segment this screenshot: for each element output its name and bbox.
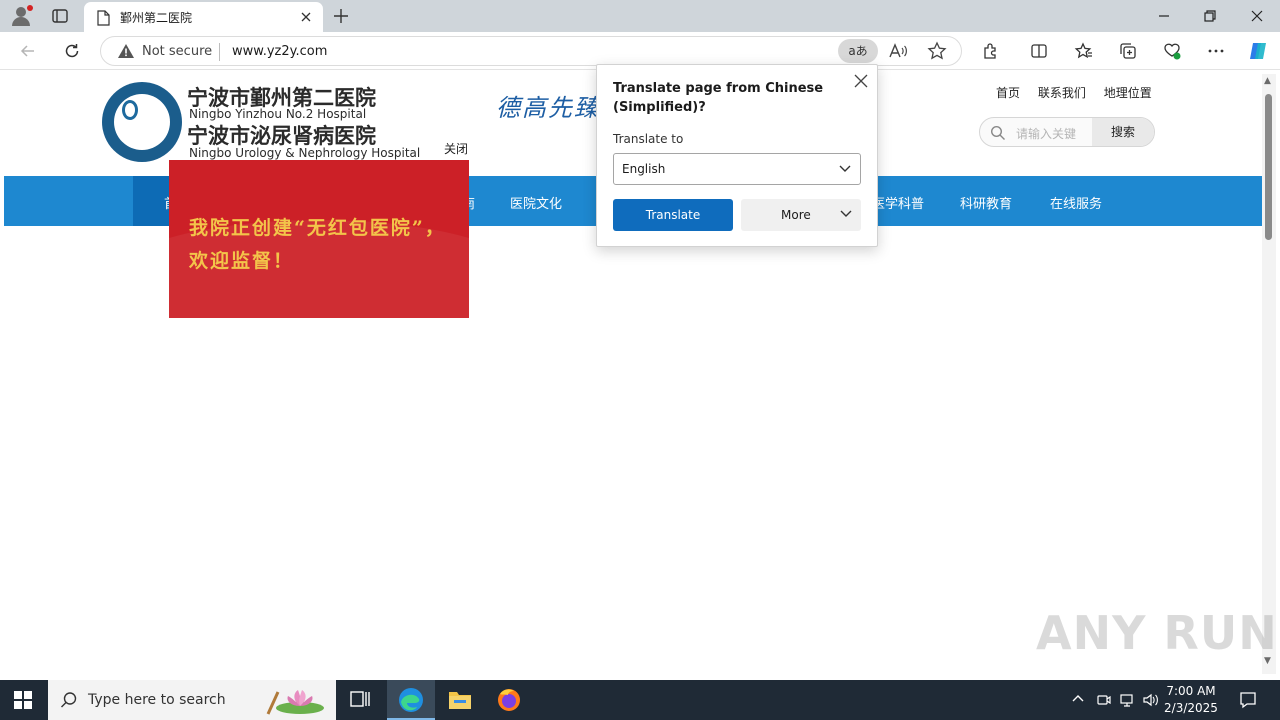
translate-heading: Translate page from Chinese (Simplified)… [613,81,824,115]
anyrun-watermark: ANY RUN [1036,606,1278,660]
more-menu-icon[interactable] [1206,41,1226,61]
top-links: 首页 联系我们 地理位置 [996,84,1166,101]
restore-icon[interactable] [1200,6,1220,26]
taskbar-search[interactable]: Type here to search [48,680,336,720]
more-button[interactable]: More [741,199,861,231]
translate-button[interactable]: Translate [613,199,733,231]
language-select[interactable]: English [613,153,861,185]
notification-icon[interactable] [1238,690,1258,710]
browser-essentials-icon[interactable] [1162,41,1182,61]
selected-language: English [622,162,666,176]
warning-icon[interactable] [117,43,135,63]
profile-icon[interactable] [10,5,33,27]
volume-icon[interactable] [1142,692,1160,711]
nav-item-culture[interactable]: 医院文化 [510,193,562,212]
ad-text: 我院正创建“无红包医院”，欢迎监督！ [189,217,446,272]
task-view-icon[interactable] [336,680,384,720]
search-button[interactable]: 搜索 [1092,118,1154,146]
hospital-logo [102,82,182,162]
firefox-icon[interactable] [485,680,533,720]
file-explorer-icon[interactable] [436,680,484,720]
search-icon [60,691,78,713]
site-search: 请输入关键 搜索 [979,117,1155,147]
tab-strip: 鄞州第二医院 [0,0,1280,32]
network-icon[interactable] [1119,692,1135,711]
minimize-icon[interactable] [1154,6,1174,26]
scrollbar-thumb[interactable] [1265,94,1272,240]
new-tab-icon[interactable] [331,6,351,26]
page-icon [96,10,110,30]
taskbar-search-text: Type here to search [88,692,226,708]
edge-taskbar-icon[interactable] [387,680,435,720]
close-window-icon[interactable] [1247,6,1267,26]
tab-actions-icon[interactable] [50,6,70,26]
hospital-name-en-1: Ningbo Yinzhou No.2 Hospital [189,107,367,121]
url-text[interactable]: www.yz2y.com [232,44,327,59]
tab-title: 鄞州第二医院 [120,11,193,25]
search-input[interactable]: 请输入关键 [1016,125,1076,142]
close-ad-link[interactable]: 关闭 [444,140,468,157]
top-link-location[interactable]: 地理位置 [1104,86,1152,100]
nav-item-online[interactable]: 在线服务 [1050,193,1102,212]
close-tab-icon[interactable] [298,9,314,25]
nav-item-science[interactable]: 医学科普 [872,193,924,212]
scroll-up-icon[interactable]: ▲ [1264,76,1271,86]
hospital-name-en-2: Ningbo Urology & Nephrology Hospital [189,146,421,160]
translate-to-label: Translate to [613,132,684,146]
chevron-down-icon [838,163,852,179]
favorites-icon[interactable] [1074,41,1094,61]
page-scrollbar[interactable]: ▲ ▼ [1262,74,1276,674]
translate-icon[interactable]: aあ [838,39,878,63]
tab-active[interactable]: 鄞州第二医院 [84,2,323,32]
taskbar-clock[interactable]: 7:00 AM 2/3/2025 [1160,683,1222,717]
more-button-label: More [781,208,811,222]
windows-start-icon[interactable] [14,691,32,709]
meet-now-icon[interactable] [1096,692,1112,711]
floating-ad-banner[interactable]: 我院正创建“无红包医院”，欢迎监督！ [169,160,469,318]
security-label[interactable]: Not secure [142,44,212,59]
extensions-icon[interactable] [981,41,1001,61]
divider [219,43,220,61]
search-icon [990,125,1006,145]
read-aloud-icon[interactable] [888,42,908,64]
taskbar: Type here to search 7:00 AM 2/3/2025 [0,680,1280,720]
nav-item-research[interactable]: 科研教育 [960,193,1012,212]
search-highlight-icon [262,684,328,716]
back-icon[interactable] [18,41,38,61]
collections-icon[interactable] [1118,41,1138,61]
top-link-contact[interactable]: 联系我们 [1038,86,1086,100]
close-flyout-icon[interactable] [853,73,869,89]
translate-flyout: Translate page from Chinese (Simplified)… [596,64,878,247]
clock-date: 2/3/2025 [1164,701,1218,715]
split-screen-icon[interactable] [1029,41,1049,61]
tray-overflow-icon[interactable] [1071,692,1085,709]
chevron-down-icon [839,208,853,223]
slogan-calligraphy: 德高先臻 [496,94,600,122]
address-bar[interactable]: Not secure www.yz2y.com aあ [100,36,962,66]
favorite-star-icon[interactable] [927,41,947,65]
refresh-icon[interactable] [62,41,82,61]
copilot-icon[interactable] [1247,41,1267,61]
clock-time: 7:00 AM [1166,684,1216,698]
top-link-home[interactable]: 首页 [996,86,1020,100]
